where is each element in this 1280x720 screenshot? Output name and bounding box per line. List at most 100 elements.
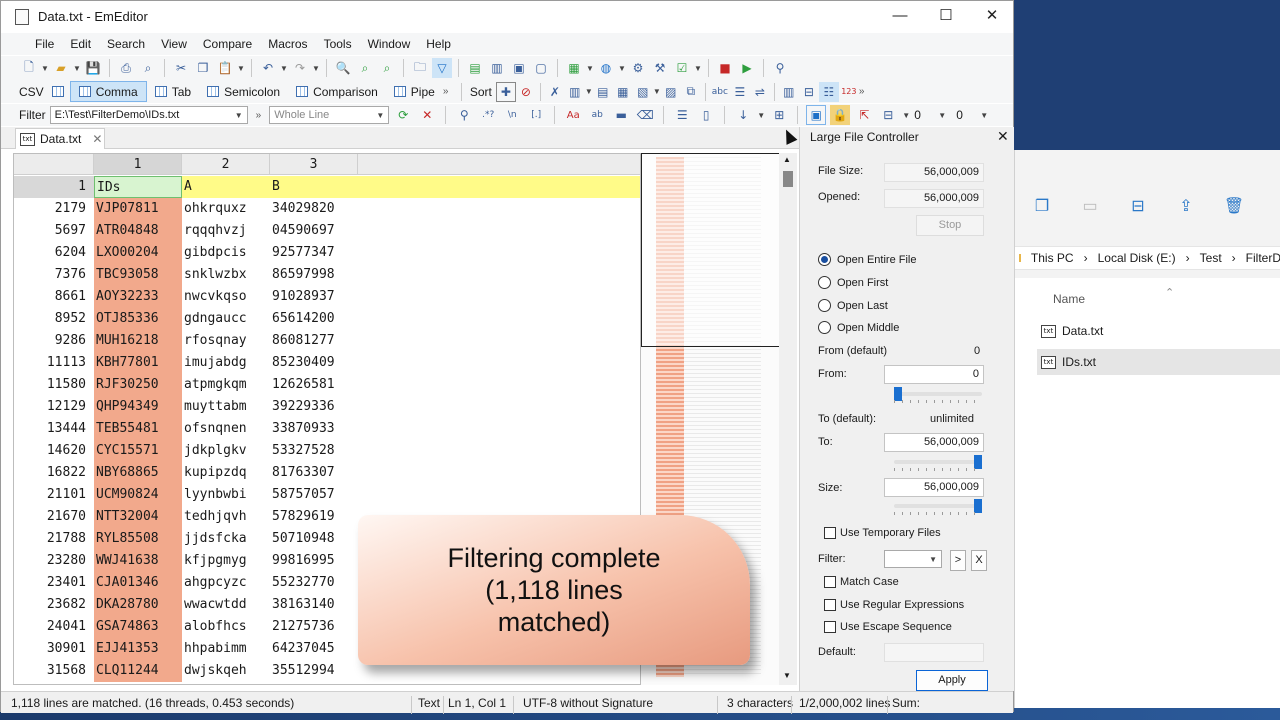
scroll-up-icon[interactable]: ▲ bbox=[783, 155, 791, 164]
cell[interactable]: ATR04848 bbox=[94, 220, 182, 242]
outline-view-icon[interactable]: ☷ bbox=[818, 81, 839, 102]
table-row[interactable]: 9286 MUH16218 rfosqnay 86081277 bbox=[14, 330, 640, 352]
find-in-files-icon[interactable]: 🗀 bbox=[410, 58, 430, 78]
table-row[interactable]: 13444 TEB55481 ofsnqnen 33870933 bbox=[14, 418, 640, 440]
table-row[interactable]: 11580 RJF30250 atpmgkqm 12626581 bbox=[14, 374, 640, 396]
check-icon[interactable]: ☑ bbox=[672, 58, 692, 78]
close-button[interactable]: ✕ bbox=[969, 1, 1015, 33]
cell[interactable]: DKA28780 bbox=[94, 594, 182, 616]
cell[interactable]: ohkrquxz bbox=[182, 198, 270, 220]
table-row[interactable]: 21101 UCM90824 lyynbwbi 58757057 bbox=[14, 484, 640, 506]
scroll-thumb[interactable] bbox=[783, 171, 793, 187]
columns-icon[interactable]: ▥ bbox=[779, 82, 799, 102]
split-filter-icon[interactable]: ⊞ bbox=[769, 105, 789, 125]
table-row[interactable]: 8952 OTJ85336 gdngaucc 65614200 bbox=[14, 308, 640, 330]
paste-icon[interactable]: 📋 bbox=[215, 58, 235, 78]
delete-icon[interactable]: 🗑 bbox=[1221, 196, 1247, 216]
column-header[interactable]: 2 bbox=[182, 154, 270, 175]
cell[interactable]: kupipzdq bbox=[182, 462, 270, 484]
from-slider[interactable] bbox=[894, 387, 982, 403]
explorer-address-bar[interactable]: This PC › Local Disk (E:) › Test › FilterD bbox=[1015, 246, 1280, 270]
name-column-header[interactable]: Name bbox=[1053, 292, 1085, 306]
cell[interactable]: AOY32233 bbox=[94, 286, 182, 308]
scroll-down-icon[interactable]: ▼ bbox=[783, 671, 791, 680]
wrench-icon[interactable]: ✗ bbox=[545, 82, 565, 102]
new-file-icon[interactable]: 🗋 bbox=[19, 58, 39, 78]
undo-icon[interactable]: ↶ bbox=[258, 58, 278, 78]
cell[interactable]: muyttabm bbox=[182, 396, 270, 418]
cell[interactable]: 64237045 bbox=[270, 638, 358, 660]
cell[interactable]: 38163140 bbox=[270, 594, 358, 616]
cell[interactable]: UCM90824 bbox=[94, 484, 182, 506]
size-slider[interactable] bbox=[894, 499, 982, 515]
cell[interactable]: 58757057 bbox=[270, 484, 358, 506]
filter-clear-button[interactable]: X bbox=[971, 550, 987, 571]
line-number-icon[interactable]: 123 bbox=[839, 82, 859, 102]
cell[interactable]: 55232770 bbox=[270, 572, 358, 594]
whole-word-icon[interactable]: ab bbox=[587, 105, 607, 125]
tab-button[interactable]: Tab bbox=[147, 81, 199, 102]
insert-column-icon[interactable]: ▧ bbox=[633, 82, 653, 102]
open-folder-icon[interactable]: ▰ bbox=[51, 58, 71, 78]
cell[interactable]: nwcvkqso bbox=[182, 286, 270, 308]
menu-search[interactable]: Search bbox=[99, 37, 153, 51]
tab-data-txt[interactable]: txt Data.txt ✕ bbox=[15, 128, 105, 149]
add-column-icon[interactable]: ✚ bbox=[495, 81, 516, 102]
share-icon[interactable]: ⇪ bbox=[1173, 196, 1199, 216]
cell[interactable]: wwacwtdd bbox=[182, 594, 270, 616]
negative-icon[interactable]: ▬ bbox=[611, 105, 631, 125]
cell[interactable]: ofsnqnen bbox=[182, 418, 270, 440]
menu-tools[interactable]: Tools bbox=[316, 37, 360, 51]
table-row[interactable]: 11113 KBH77801 imujabdg 85230409 bbox=[14, 352, 640, 374]
cell[interactable]: rfosqnay bbox=[182, 330, 270, 352]
table-row[interactable]: 8661 AOY32233 nwcvkqso 91028937 bbox=[14, 286, 640, 308]
table-row[interactable]: 16822 NBY68865 kupipzdq 81763307 bbox=[14, 462, 640, 484]
explorer-file-item[interactable]: txt IDs.txt bbox=[1037, 349, 1280, 375]
stop-macro-icon[interactable]: ■ bbox=[715, 58, 735, 78]
table-row[interactable]: 7376 TBC93058 snklwzbx 86597998 bbox=[14, 264, 640, 286]
breadcrumb-item[interactable]: FilterD bbox=[1246, 251, 1280, 265]
to-slider[interactable] bbox=[894, 455, 982, 471]
save-icon[interactable]: 💾 bbox=[83, 58, 103, 78]
table-row[interactable]: 12129 QHP94349 muyttabm 39229336 bbox=[14, 396, 640, 418]
cell[interactable]: rqqqhvzj bbox=[182, 220, 270, 242]
cell[interactable]: 57829619 bbox=[270, 506, 358, 528]
csv-grid-icon[interactable]: ▤ bbox=[465, 58, 485, 78]
find-next-icon[interactable]: ⌕ bbox=[355, 58, 375, 78]
escape-icon[interactable]: \n bbox=[502, 105, 522, 125]
chevron-down-icon[interactable]: ▼ bbox=[929, 555, 937, 564]
match-case-checkbox[interactable]: Match Case bbox=[824, 576, 899, 588]
redo-icon[interactable]: ↷ bbox=[290, 58, 310, 78]
window-icon[interactable]: ▢ bbox=[531, 58, 551, 78]
cell[interactable]: MUH16218 bbox=[94, 330, 182, 352]
bookmark-icon[interactable]: ⊟ bbox=[799, 82, 819, 102]
cell[interactable]: EJJ41353 bbox=[94, 638, 182, 660]
cell[interactable]: VJP07811 bbox=[94, 198, 182, 220]
use-temp-files-checkbox[interactable]: Use Temporary Files bbox=[824, 527, 941, 539]
spell-icon[interactable]: abc bbox=[710, 82, 730, 102]
column-header[interactable]: 3 bbox=[270, 154, 358, 175]
cell[interactable]: 39229336 bbox=[270, 396, 358, 418]
cell[interactable]: tedhjqvh bbox=[182, 506, 270, 528]
menu-edit[interactable]: Edit bbox=[62, 37, 99, 51]
close-panel-icon[interactable]: ✕ bbox=[997, 128, 1009, 145]
semicolon-button[interactable]: Semicolon bbox=[199, 81, 288, 102]
cell[interactable]: 04590697 bbox=[270, 220, 358, 242]
cell[interactable]: CLQ11244 bbox=[94, 660, 182, 682]
minimap-viewport[interactable] bbox=[641, 153, 780, 347]
cell[interactable]: 86081277 bbox=[270, 330, 358, 352]
number-range-icon[interactable]: ☰ bbox=[672, 105, 692, 125]
join-icon[interactable]: ⧉ bbox=[681, 82, 701, 102]
menu-view[interactable]: View bbox=[153, 37, 195, 51]
tools-icon[interactable]: ⚙ bbox=[628, 58, 648, 78]
cut-icon[interactable]: ✂ bbox=[171, 58, 191, 78]
cell[interactable]: TEB55481 bbox=[94, 418, 182, 440]
stop-button[interactable]: Stop bbox=[916, 215, 984, 236]
duplicate-icon[interactable]: ▣ bbox=[509, 58, 529, 78]
breadcrumb-item[interactable]: Test bbox=[1200, 251, 1222, 265]
find-prev-icon[interactable]: ⌕ bbox=[377, 58, 397, 78]
cell[interactable]: snklwzbx bbox=[182, 264, 270, 286]
comparison-button[interactable]: Comparison bbox=[288, 81, 386, 102]
paste-icon[interactable]: ▭ bbox=[1077, 196, 1103, 216]
escape-sequence-checkbox[interactable]: Use Escape Sequence bbox=[824, 621, 952, 633]
